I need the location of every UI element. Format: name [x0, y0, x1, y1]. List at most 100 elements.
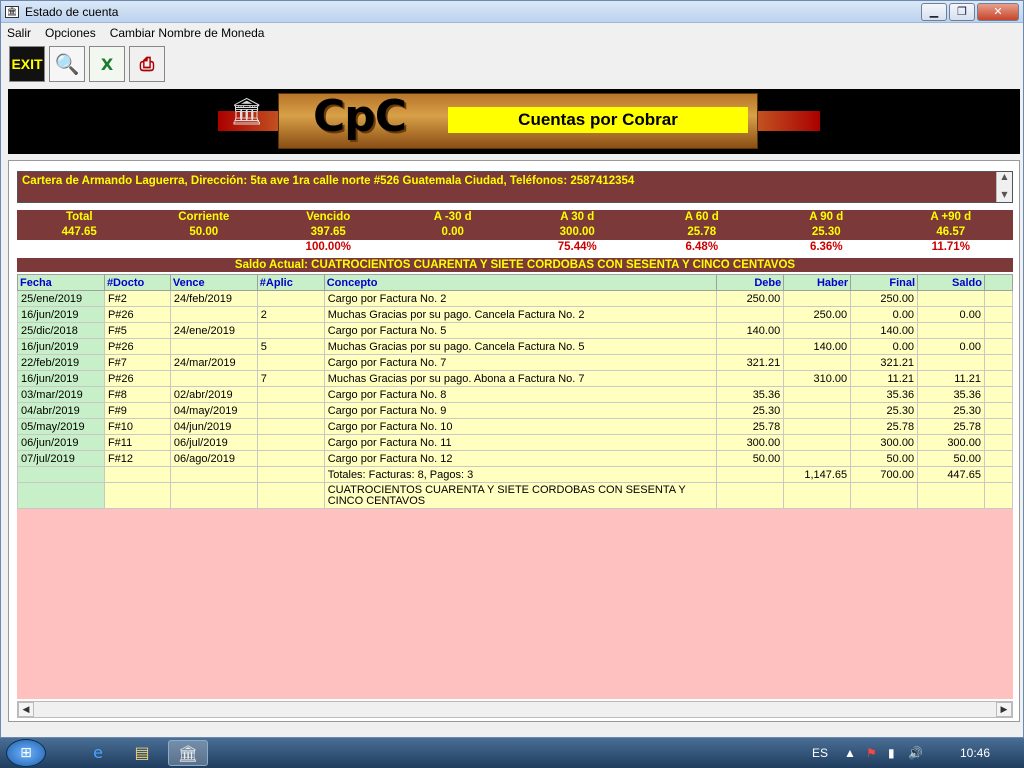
internet-explorer-icon[interactable]: e: [78, 740, 118, 766]
cell-concepto[interactable]: Cargo por Factura No. 12: [323, 450, 718, 467]
exit-button[interactable]: EXIT: [9, 46, 45, 82]
table-row[interactable]: 22/feb/2019 F#7 24/mar/2019 Cargo por Factu…: [17, 354, 1013, 371]
cell-aplic[interactable]: [256, 402, 325, 419]
cell-concepto[interactable]: Totales: Facturas: 8, Pagos: 3: [323, 466, 718, 483]
cell-final[interactable]: 140.00: [850, 322, 919, 339]
cell-aplic[interactable]: [256, 386, 325, 403]
excel-export-button[interactable]: X: [89, 46, 125, 82]
start-button[interactable]: ⊞: [6, 739, 46, 767]
cell-haber[interactable]: [783, 290, 852, 307]
cell-fecha[interactable]: 16/jun/2019: [17, 306, 105, 323]
cell-aplic[interactable]: 7: [256, 370, 325, 387]
cell-final[interactable]: 300.00: [850, 434, 919, 451]
cell-docto[interactable]: [103, 482, 171, 509]
cell-docto[interactable]: F#5: [103, 322, 171, 339]
action-center-icon[interactable]: ⚑: [866, 746, 877, 760]
cell-final[interactable]: 35.36: [850, 386, 919, 403]
cell-debe[interactable]: 35.36: [716, 386, 785, 403]
menu-opciones[interactable]: Opciones: [45, 26, 96, 40]
cell-aplic[interactable]: [256, 434, 325, 451]
cell-final[interactable]: 25.78: [850, 418, 919, 435]
horizontal-scrollbar[interactable]: ◀ ▶: [17, 701, 1013, 718]
cell-fecha[interactable]: 16/jun/2019: [17, 338, 105, 355]
cell-aplic[interactable]: [256, 466, 325, 483]
cell-final[interactable]: 0.00: [850, 306, 919, 323]
cell-debe[interactable]: 25.78: [716, 418, 785, 435]
cell-haber[interactable]: [783, 386, 852, 403]
cell-aplic[interactable]: 5: [256, 338, 325, 355]
cell-debe[interactable]: 321.21: [716, 354, 785, 371]
cell-fecha[interactable]: 25/dic/2018: [17, 322, 105, 339]
cell-concepto[interactable]: Cargo por Factura No. 7: [323, 354, 718, 371]
cell-haber[interactable]: [783, 402, 852, 419]
cell-concepto[interactable]: Cargo por Factura No. 8: [323, 386, 718, 403]
cell-vence[interactable]: [169, 338, 258, 355]
table-row[interactable]: 25/dic/2018 F#5 24/ene/2019 Cargo por Factu…: [17, 322, 1013, 339]
search-report-button[interactable]: 🔍: [49, 46, 85, 82]
cell-fecha[interactable]: [17, 482, 105, 509]
title-bar[interactable]: 🏛 Estado de cuenta ▁ ❐ ✕: [1, 1, 1023, 23]
cell-saldo[interactable]: [917, 322, 985, 339]
cell-fecha[interactable]: 04/abr/2019: [17, 402, 105, 419]
cell-saldo[interactable]: 0.00: [917, 338, 985, 355]
cell-concepto[interactable]: Cargo por Factura No. 11: [323, 434, 718, 451]
cell-docto[interactable]: F#10: [103, 418, 171, 435]
cell-aplic[interactable]: 2: [256, 306, 325, 323]
cell-docto[interactable]: F#12: [103, 450, 171, 467]
table-row[interactable]: Totales: Facturas: 8, Pagos: 3 1,147.65 70…: [17, 466, 1013, 483]
cell-haber[interactable]: [783, 450, 852, 467]
cell-saldo[interactable]: 11.21: [917, 370, 985, 387]
close-button[interactable]: ✕: [977, 3, 1019, 21]
table-row[interactable]: 06/jun/2019 F#11 06/jul/2019 Cargo por Fact…: [17, 434, 1013, 451]
cell-docto[interactable]: F#7: [103, 354, 171, 371]
cell-vence[interactable]: 24/feb/2019: [169, 290, 258, 307]
cell-saldo[interactable]: 25.30: [917, 402, 985, 419]
cell-saldo[interactable]: 447.65: [917, 466, 985, 483]
movements-grid[interactable]: Fecha #Docto Vence #Aplic Concepto Debe …: [17, 274, 1013, 699]
cell-saldo[interactable]: [917, 482, 985, 509]
col-aplic[interactable]: #Aplic: [256, 274, 325, 291]
cell-aplic[interactable]: [256, 450, 325, 467]
cell-aplic[interactable]: [256, 290, 325, 307]
cell-fecha[interactable]: 16/jun/2019: [17, 370, 105, 387]
table-row[interactable]: 07/jul/2019 F#12 06/ago/2019 Cargo por Fact…: [17, 450, 1013, 467]
cpc-app-icon[interactable]: 🏛: [168, 740, 208, 766]
cell-concepto[interactable]: Muchas Gracias por su pago. Cancela Fact…: [323, 338, 718, 355]
cell-docto[interactable]: F#8: [103, 386, 171, 403]
cell-final[interactable]: [850, 482, 919, 509]
col-docto[interactable]: #Docto: [103, 274, 171, 291]
cell-vence[interactable]: 24/mar/2019: [169, 354, 258, 371]
cell-vence[interactable]: [169, 466, 258, 483]
cell-docto[interactable]: F#11: [103, 434, 171, 451]
col-debe[interactable]: Debe: [716, 274, 785, 291]
maximize-button[interactable]: ❐: [949, 3, 975, 21]
table-row[interactable]: 05/may/2019 F#10 04/jun/2019 Cargo por Fact…: [17, 418, 1013, 435]
table-row[interactable]: CUATROCIENTOS CUARENTA Y SIETE CORDOBAS …: [17, 482, 1013, 509]
cell-debe[interactable]: [716, 482, 785, 509]
cell-aplic[interactable]: [256, 418, 325, 435]
cell-aplic[interactable]: [256, 322, 325, 339]
cell-vence[interactable]: [169, 482, 258, 509]
cell-haber[interactable]: [783, 354, 852, 371]
cell-fecha[interactable]: 05/may/2019: [17, 418, 105, 435]
cell-vence[interactable]: [169, 370, 258, 387]
cell-debe[interactable]: [716, 370, 785, 387]
cell-haber[interactable]: [783, 322, 852, 339]
clock[interactable]: 10:46: [960, 746, 990, 760]
table-row[interactable]: 03/mar/2019 F#8 02/abr/2019 Cargo por Factu…: [17, 386, 1013, 403]
cell-debe[interactable]: [716, 466, 785, 483]
cell-fecha[interactable]: [17, 466, 105, 483]
scroll-left-arrow-icon[interactable]: ◀: [18, 702, 34, 717]
cell-haber[interactable]: 250.00: [783, 306, 852, 323]
cell-final[interactable]: 700.00: [850, 466, 919, 483]
cell-haber[interactable]: 310.00: [783, 370, 852, 387]
cell-vence[interactable]: 02/abr/2019: [169, 386, 258, 403]
cell-concepto[interactable]: CUATROCIENTOS CUARENTA Y SIETE CORDOBAS …: [323, 482, 718, 509]
cell-haber[interactable]: [783, 434, 852, 451]
cell-saldo[interactable]: 300.00: [917, 434, 985, 451]
cell-final[interactable]: 50.00: [850, 450, 919, 467]
col-fecha[interactable]: Fecha: [17, 274, 105, 291]
table-row[interactable]: 16/jun/2019 P#26 7 Muchas Gracias por su pa…: [17, 370, 1013, 387]
cell-docto[interactable]: P#26: [103, 370, 171, 387]
col-final[interactable]: Final: [850, 274, 919, 291]
